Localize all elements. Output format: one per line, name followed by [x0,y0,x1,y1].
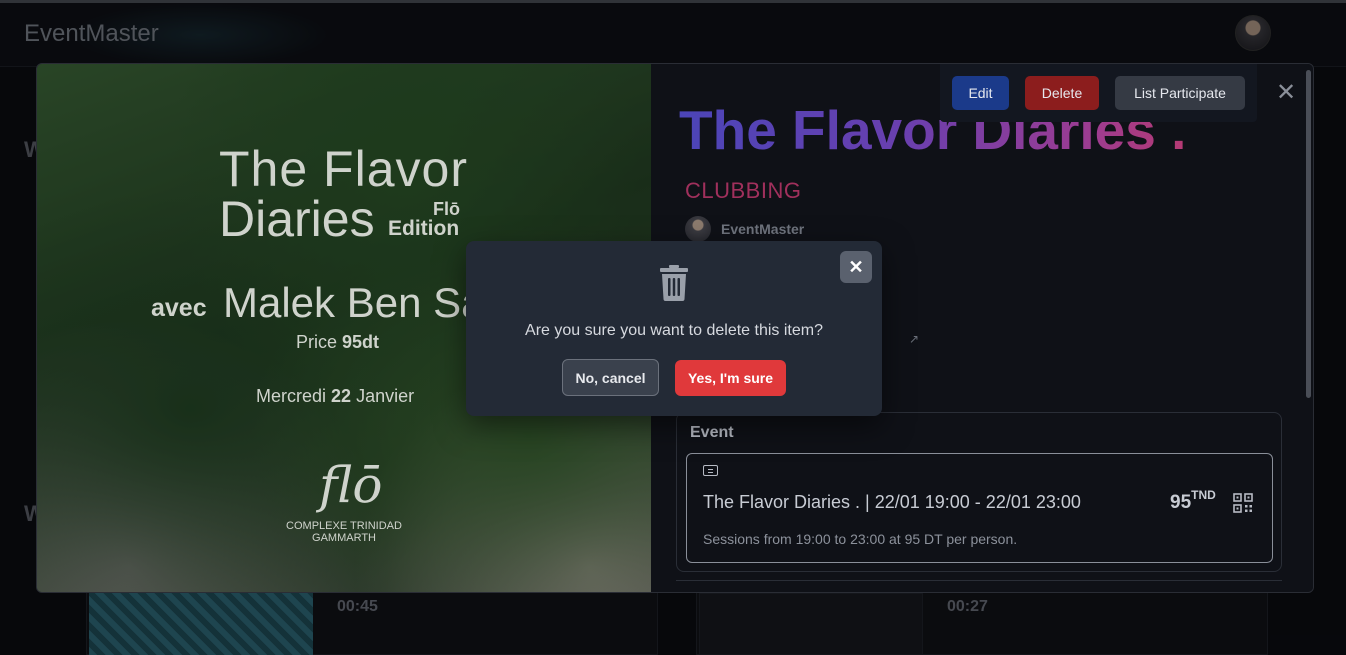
scrollbar[interactable] [1306,70,1311,398]
poster-venue-line2: GAMMARTH [312,532,376,544]
cancel-button[interactable]: No, cancel [562,359,659,396]
edit-button[interactable]: Edit [952,76,1009,110]
poster-date-num: 22 [331,386,352,406]
delete-button[interactable]: Delete [1025,76,1099,110]
confirm-message: Are you sure you want to delete this ite… [525,322,823,339]
poster-edition-bottom: Edition [388,217,460,240]
external-link-icon[interactable]: ↗ [909,332,919,346]
qr-code-icon[interactable] [1233,493,1253,513]
ticket-price: 95TND [1170,488,1216,514]
poster-logo: flō [319,456,383,514]
ticket-name: The Flavor Diaries . | 22/01 19:00 - 22/… [703,492,1081,512]
poster-avec: avec [151,294,207,322]
ticket-currency: TND [1191,488,1216,502]
close-icon[interactable]: ✕ [840,251,872,283]
poster-venue: COMPLEXE TRINIDAD GAMMARTH [283,520,405,544]
poster-date-month: Janvier [356,386,415,406]
poster-price: Price 95dt [296,332,379,353]
close-icon[interactable]: ✕ [1274,78,1298,107]
trash-icon [660,265,688,301]
list-participants-button[interactable]: List Participate [1115,76,1245,110]
ticket-price-value: 95 [1170,492,1192,513]
tickets-heading: Event [690,424,734,441]
poster-price-label: Price [296,332,338,352]
poster-price-value: 95dt [342,332,380,352]
organizer-avatar [685,216,711,242]
poster-artist: Malek Ben Sa [223,279,485,326]
poster-title-line2: Diaries [219,191,375,247]
ticket-icon [703,465,718,476]
delete-confirm-dialog: ✕ Are you sure you want to delete this i… [466,241,882,416]
event-category: CLUBBING [685,178,802,203]
poster-venue-line1: COMPLEXE TRINIDAD [286,520,402,532]
divider [676,580,1282,581]
confirm-delete-button[interactable]: Yes, I'm sure [675,360,786,396]
poster-date: Mercredi 22 Janvier [256,386,414,407]
organizer-name[interactable]: EventMaster [721,221,804,237]
ticket-description: Sessions from 19:00 to 23:00 at 95 DT pe… [703,531,1018,547]
poster-date-day: Mercredi [256,386,327,406]
